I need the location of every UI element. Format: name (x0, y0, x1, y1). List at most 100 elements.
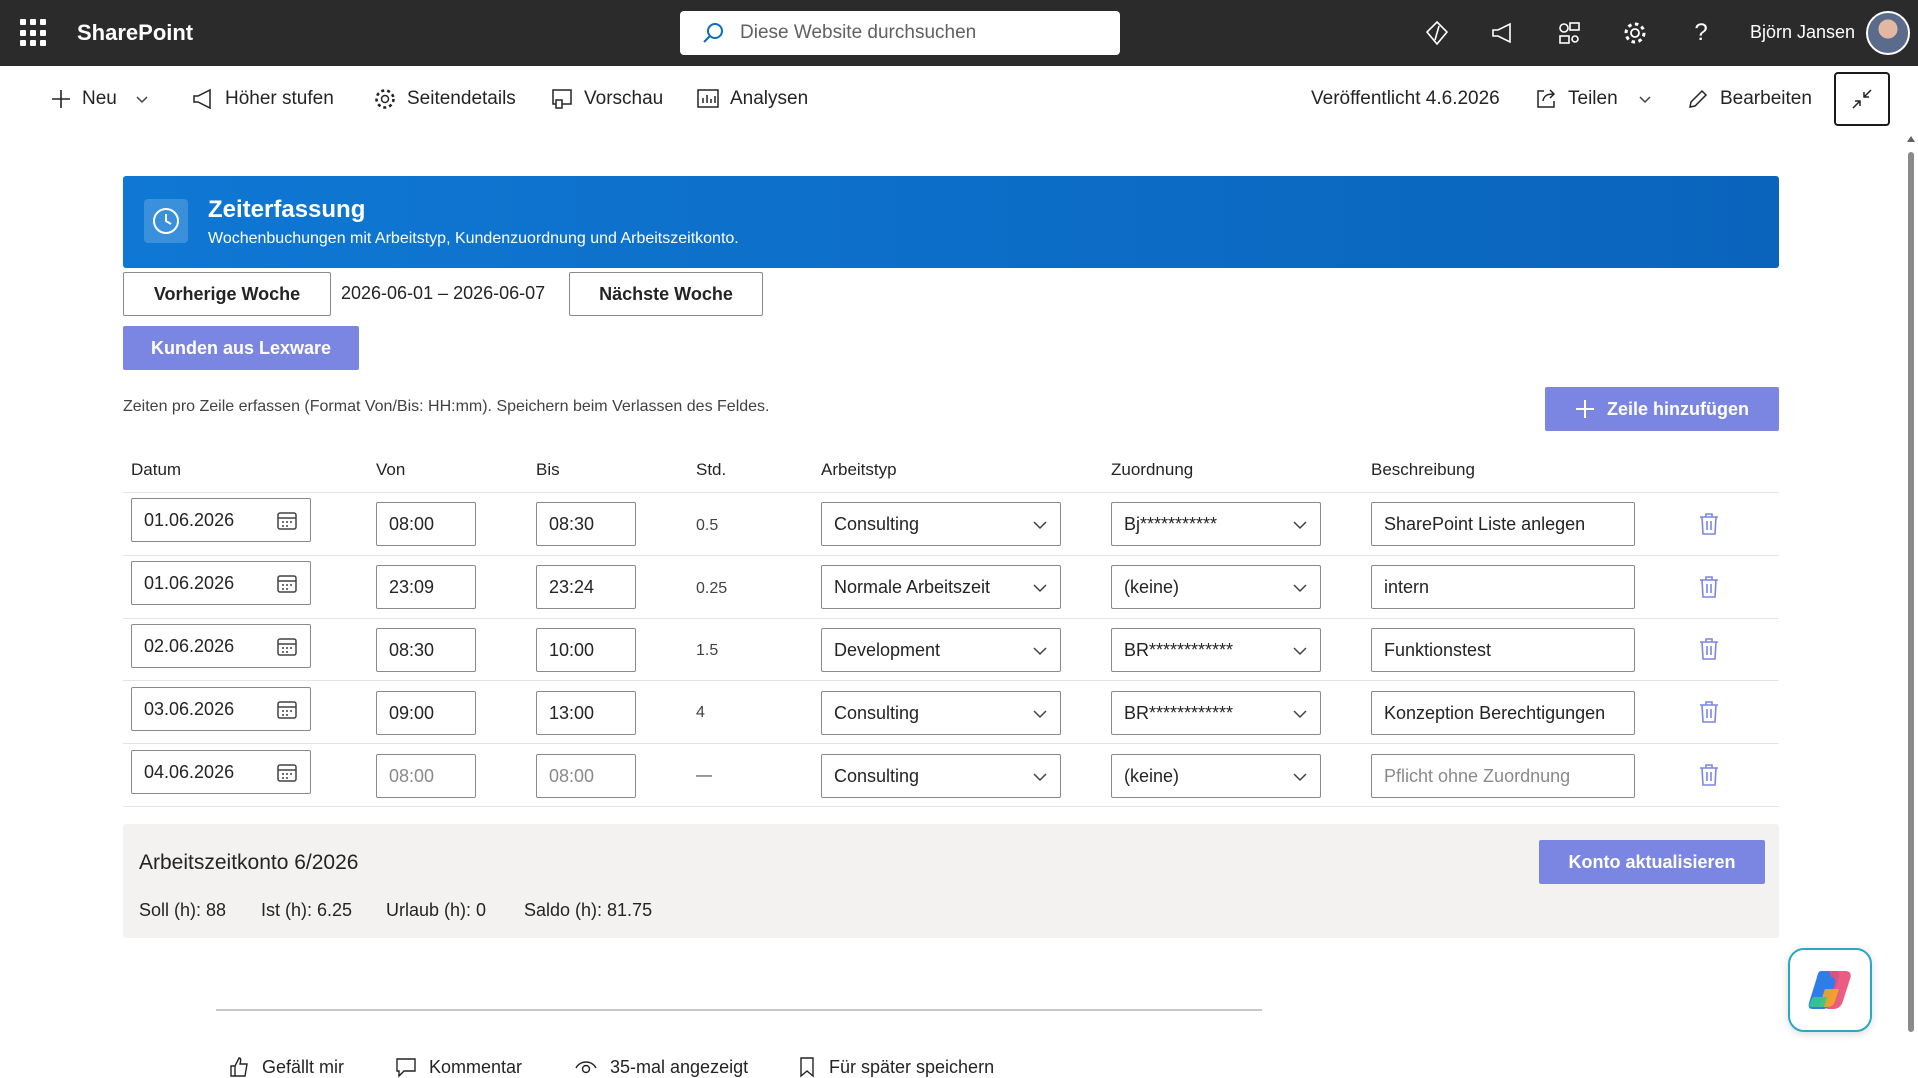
help-icon[interactable]: ? (1686, 18, 1716, 48)
new-button[interactable]: Neu (50, 66, 149, 132)
page-details-label: Seitendetails (407, 88, 516, 109)
previous-week-button[interactable]: Vorherige Woche (123, 272, 331, 316)
settings-icon[interactable] (1620, 18, 1650, 48)
like-button[interactable]: Gefällt mir (228, 1056, 344, 1078)
next-week-button[interactable]: Nächste Woche (569, 272, 763, 316)
avatar[interactable] (1866, 11, 1910, 55)
assignment-select[interactable]: (keine) (1111, 754, 1321, 798)
trash-icon[interactable] (1696, 636, 1722, 662)
save-for-later-button[interactable]: Für später speichern (797, 1056, 994, 1078)
promote-label: Höher stufen (225, 88, 334, 109)
assignment-select[interactable]: (keine) (1111, 565, 1321, 609)
user-name[interactable]: Björn Jansen (1750, 22, 1855, 43)
date-field[interactable]: 03.06.2026 (131, 687, 311, 731)
work-type-select[interactable]: Consulting (821, 754, 1061, 798)
header-banner: Zeiterfassung Wochenbuchungen mit Arbeit… (123, 176, 1779, 268)
thumbs-up-icon (230, 1057, 248, 1077)
scroll-up-arrow-icon[interactable] (1907, 136, 1915, 142)
date-field[interactable]: 02.06.2026 (131, 624, 311, 668)
search-icon (703, 23, 723, 43)
suite-bar: SharePoint Diese Website durchsuchen ? B… (0, 0, 1918, 66)
column-header-work-type: Arbeitstyp (821, 460, 897, 479)
brand-title[interactable]: SharePoint (77, 20, 193, 46)
assignment-select[interactable]: BR************ (1111, 628, 1321, 672)
add-row-button[interactable]: Zeile hinzufügen (1545, 387, 1779, 431)
assignment-select[interactable]: BR************ (1111, 691, 1321, 735)
update-account-button[interactable]: Konto aktualisieren (1539, 840, 1765, 884)
account-title: Arbeitszeitkonto 6/2026 (139, 851, 359, 874)
work-type-select[interactable]: Consulting (821, 502, 1061, 546)
calendar-icon[interactable] (276, 573, 298, 595)
work-type-value: Consulting (834, 513, 920, 534)
date-field[interactable]: 01.06.2026 (131, 561, 311, 605)
share-icon (1537, 89, 1556, 108)
date-field[interactable]: 04.06.2026 (131, 750, 311, 794)
chevron-down-icon (1033, 710, 1047, 719)
to-time-input[interactable]: 23:24 (536, 565, 636, 609)
description-input[interactable]: SharePoint Liste anlegen (1371, 502, 1635, 546)
calendar-icon[interactable] (276, 510, 298, 532)
hours-value: 0.25 (696, 580, 728, 597)
view-count: 35-mal angezeigt (574, 1056, 748, 1078)
from-time-input[interactable]: 09:00 (376, 691, 476, 735)
like-label: Gefällt mir (262, 1056, 345, 1077)
calendar-icon[interactable] (276, 636, 298, 658)
vertical-scrollbar[interactable] (1904, 134, 1918, 1078)
to-time-input[interactable]: 08:30 (536, 502, 636, 546)
assignment-select[interactable]: Bj*********** (1111, 502, 1321, 546)
trash-icon[interactable] (1696, 511, 1722, 537)
calendar-icon[interactable] (276, 699, 298, 721)
work-type-select[interactable]: Consulting (821, 691, 1061, 735)
preview-button[interactable]: Vorschau (550, 66, 663, 132)
hours-value: 4 (696, 704, 705, 721)
to-time-input[interactable]: 13:00 (536, 691, 636, 735)
assignment-value: (keine) (1124, 576, 1180, 597)
from-time-input[interactable]: 23:09 (376, 565, 476, 609)
date-field[interactable]: 01.06.2026 (131, 498, 311, 542)
description-input[interactable]: Funktionstest (1371, 628, 1635, 672)
from-time-input[interactable]: 08:00 (376, 502, 476, 546)
collapse-button[interactable] (1834, 72, 1890, 126)
comment-icon (396, 1058, 416, 1078)
to-time-input[interactable]: 10:00 (536, 628, 636, 672)
scroll-thumb[interactable] (1908, 152, 1914, 1032)
date-value: 03.06.2026 (144, 698, 235, 719)
comment-button[interactable]: Kommentar (395, 1056, 522, 1078)
code-icon[interactable] (1422, 18, 1452, 48)
preview-icon (552, 89, 572, 109)
share-button[interactable]: Teilen (1534, 66, 1652, 132)
work-type-value: Development (834, 639, 941, 660)
description-input[interactable]: intern (1371, 565, 1635, 609)
trash-icon[interactable] (1696, 699, 1722, 725)
from-time-input[interactable]: 08:00 (376, 754, 476, 798)
from-time-input[interactable]: 08:30 (376, 628, 476, 672)
pencil-icon (1689, 89, 1708, 108)
chevron-down-icon (1293, 647, 1307, 656)
chevron-down-icon (1033, 773, 1047, 782)
work-time-account-panel: Arbeitszeitkonto 6/2026 Soll (h): 88 Ist… (123, 824, 1779, 938)
app-launcher-icon[interactable] (20, 19, 48, 47)
description-input[interactable]: Pflicht ohne Zuordnung (1371, 754, 1635, 798)
work-type-select[interactable]: Normale Arbeitszeit (821, 565, 1061, 609)
command-bar: Neu Höher stufen Seitendetails Vorschau … (0, 66, 1918, 132)
column-header-assignment: Zuordnung (1111, 460, 1194, 479)
page-details-button[interactable]: Seitendetails (373, 66, 516, 132)
date-value: 01.06.2026 (144, 572, 235, 593)
trash-icon[interactable] (1696, 762, 1722, 788)
assignment-value: (keine) (1124, 765, 1180, 786)
work-type-select[interactable]: Development (821, 628, 1061, 672)
customers-lexware-button[interactable]: Kunden aus Lexware (123, 326, 359, 370)
to-time-input[interactable]: 08:00 (536, 754, 636, 798)
copilot-button[interactable] (1788, 948, 1872, 1032)
megaphone-icon[interactable] (1488, 18, 1518, 48)
trash-icon[interactable] (1696, 574, 1722, 600)
chevron-down-icon (1293, 584, 1307, 593)
search-input[interactable]: Diese Website durchsuchen (680, 11, 1120, 55)
description-input[interactable]: Konzeption Berechtigungen (1371, 691, 1635, 735)
calendar-icon[interactable] (276, 762, 298, 784)
promote-button[interactable]: Höher stufen (191, 66, 334, 132)
connections-icon[interactable] (1554, 18, 1584, 48)
analytics-label: Analysen (730, 88, 809, 109)
analytics-button[interactable]: Analysen (696, 66, 808, 132)
edit-button[interactable]: Bearbeiten (1686, 66, 1812, 132)
